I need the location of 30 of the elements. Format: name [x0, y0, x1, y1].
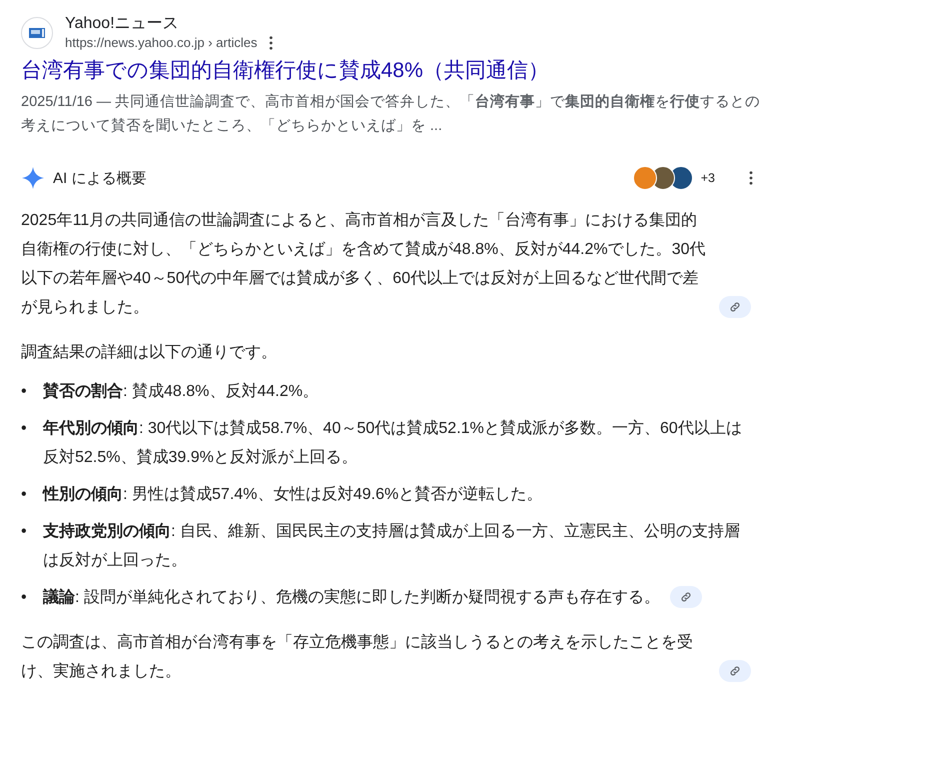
- result-snippet: 2025/11/16 — 共同通信世論調査で、高市首相が国会で答弁した、「台湾有事」で集団的自衛権を行使するとの考えについて賛否を聞いたところ、「どちらかといえば」を ...: [21, 92, 761, 136]
- overview-paragraph: 調査結果の詳細は以下の通りです。: [21, 342, 277, 363]
- link-icon: [729, 301, 741, 313]
- link-icon: [680, 591, 692, 603]
- more-icon[interactable]: [749, 171, 753, 185]
- more-sources-count[interactable]: +3: [700, 171, 715, 185]
- source-avatar[interactable]: [632, 166, 657, 190]
- bullet-item: 賛否の割合: 賛成48.8%、反対44.2%。: [43, 381, 319, 402]
- bullet-item: 支持政党別の傾向: 自民、維新、国民民主の支持層は賛成が上回る一方、立憲民主、公明の支持層は反対が上回った。: [43, 521, 741, 571]
- bullet-marker: •: [21, 485, 28, 505]
- link-button[interactable]: [670, 586, 702, 608]
- link-button[interactable]: [719, 296, 751, 318]
- site-name: Yahoo!ニュース: [65, 14, 180, 34]
- link-icon: [729, 665, 741, 677]
- bullet-item: 性別の傾向: 男性は賛成57.4%、女性は反対49.6%と賛否が逆転した。: [43, 484, 543, 505]
- link-button[interactable]: [719, 660, 751, 682]
- ai-overview-heading: AI による概要: [53, 168, 146, 188]
- bullet-item: 年代別の傾向: 30代以下は賛成58.7%、40～50代は賛成52.1%と賛成派が多数。一方、60代以上は反対52.5%、賛成39.9%と反対派が上回る。: [43, 418, 743, 468]
- bullet-marker: •: [21, 419, 28, 439]
- result-url[interactable]: https://news.yahoo.co.jp › articles: [65, 34, 258, 52]
- overview-paragraph: この調査は、高市首相が台湾有事を「存立危機事態」に該当しうるとの考えを示したことを受け、実施されました。: [21, 632, 694, 682]
- more-icon[interactable]: [269, 36, 274, 50]
- bullet-marker: •: [21, 588, 28, 608]
- result-title-link[interactable]: 台湾有事での集団的自衛権行使に賛成48%（共同通信）: [21, 56, 761, 86]
- bullet-marker: •: [21, 382, 28, 402]
- overview-paragraph: 2025年11月の共同通信の世論調査によると、高市首相が言及した「台湾有事」における集団的自衛権の行使に対し、「どちらかといえば」を含めて賛成が48.8%、反対が44.2%でした。30代以下の若年層や40～50代の中年層では賛成が多く、60代以上では反対が上回るなど世代間で差が見られました。: [21, 210, 707, 318]
- site-logo-icon: [21, 17, 53, 49]
- bullet-marker: •: [21, 522, 28, 542]
- sparkle-icon: [21, 166, 45, 190]
- bullet-item: 議論: 設問が単純化されており、危機の実態に即した判断か疑問視する声も存在する。: [43, 587, 660, 608]
